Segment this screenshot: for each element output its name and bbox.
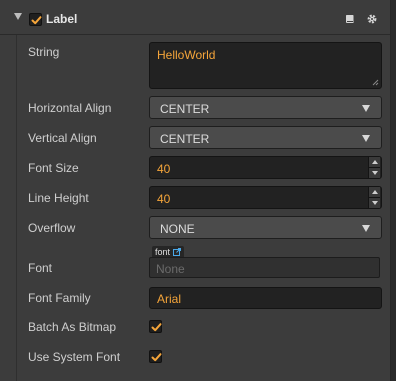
overflow-value: NONE (160, 222, 195, 236)
dropdown-arrow-icon (362, 135, 370, 142)
font-size-value: 40 (157, 162, 171, 176)
scrollbar[interactable] (391, 0, 396, 381)
batch-as-bitmap-label: Batch As Bitmap (28, 320, 117, 334)
line-height-value: 40 (157, 192, 171, 206)
string-textarea[interactable]: HelloWorld (149, 42, 382, 89)
font-label: Font (28, 261, 53, 275)
overflow-select[interactable]: NONE (149, 216, 382, 239)
header-divider (0, 34, 390, 35)
checkmark-icon (151, 323, 162, 332)
font-size-stepper[interactable] (368, 157, 381, 178)
component-title: Label (46, 12, 78, 26)
vertical-align-select[interactable]: CENTER (149, 126, 382, 149)
indent-guide (16, 35, 17, 381)
horizontal-align-value: CENTER (160, 102, 210, 116)
external-link-icon[interactable] (172, 248, 181, 256)
decrement-arrow-icon[interactable] (369, 168, 380, 178)
component-enabled-checkbox[interactable] (29, 13, 42, 26)
component-header[interactable]: Label (0, 8, 390, 32)
vertical-align-label: Vertical Align (28, 131, 97, 145)
decrement-arrow-icon[interactable] (369, 198, 380, 208)
line-height-stepper[interactable] (368, 187, 381, 208)
horizontal-align-label: Horizontal Align (28, 101, 112, 115)
vertical-align-value: CENTER (160, 132, 210, 146)
resize-grip-icon[interactable] (372, 79, 379, 86)
collapse-arrow-icon[interactable] (14, 13, 22, 20)
overflow-label: Overflow (28, 221, 76, 235)
line-height-label: Line Height (28, 191, 89, 205)
book-icon[interactable] (345, 14, 355, 24)
horizontal-align-select[interactable]: CENTER (149, 96, 382, 119)
string-value: HelloWorld (157, 48, 216, 62)
font-asset-value: None (156, 262, 185, 276)
dropdown-arrow-icon (362, 225, 370, 232)
font-family-value: Arial (157, 292, 182, 306)
increment-arrow-icon[interactable] (369, 187, 380, 198)
dropdown-arrow-icon (362, 105, 370, 112)
line-height-input[interactable]: 40 (149, 186, 382, 209)
string-label: String (28, 45, 60, 59)
checkmark-icon (31, 16, 42, 25)
batch-as-bitmap-checkbox[interactable] (149, 320, 162, 333)
font-asset-field[interactable]: None (149, 257, 380, 278)
checkmark-icon (151, 353, 162, 362)
use-system-font-label: Use System Font (28, 350, 121, 364)
font-size-label: Font Size (28, 161, 79, 175)
font-size-input[interactable]: 40 (149, 156, 382, 179)
increment-arrow-icon[interactable] (369, 157, 380, 168)
font-asset-type: font (155, 247, 171, 257)
label-component-panel: Label String HelloWorld Horizontal Align… (0, 0, 391, 381)
font-family-label: Font Family (28, 291, 91, 305)
use-system-font-checkbox[interactable] (149, 350, 162, 363)
gear-icon[interactable] (366, 13, 378, 25)
font-family-input[interactable]: Arial (149, 287, 382, 309)
